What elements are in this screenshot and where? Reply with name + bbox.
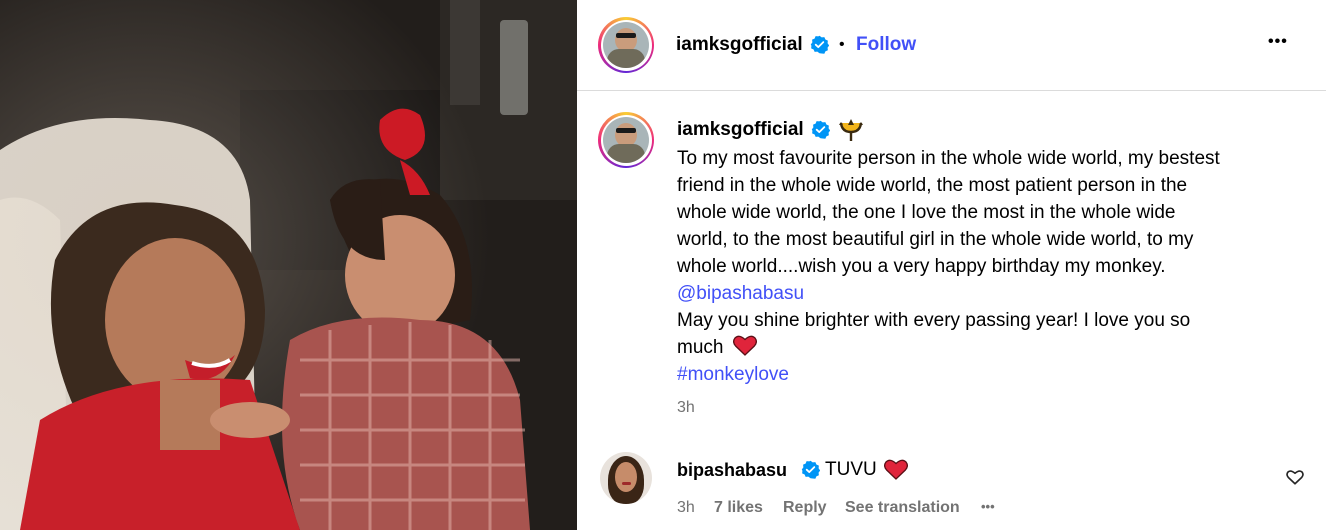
see-translation-button[interactable]: See translation: [845, 499, 960, 517]
caption-text-line: much: [677, 334, 757, 361]
author-avatar[interactable]: [598, 17, 654, 73]
comment-likes-count[interactable]: 7 likes: [714, 499, 763, 517]
verified-badge-icon: [811, 120, 830, 139]
caption-text-line: whole wide world, the one I love the mos…: [677, 202, 1176, 223]
caption-text-line: To my most favourite person in the whole…: [677, 148, 1220, 169]
red-heart-icon: [732, 335, 757, 356]
commenter-avatar[interactable]: [598, 450, 654, 506]
follow-button[interactable]: Follow: [856, 34, 916, 56]
author-username[interactable]: iamksgofficial: [676, 34, 803, 56]
caption-text-fragment: much: [677, 337, 724, 358]
comment-more-options-icon[interactable]: •••: [981, 499, 995, 514]
post-header: iamksgofficial • Follow •••: [577, 0, 1326, 91]
comment-text: TUVU: [825, 459, 877, 480]
more-options-icon[interactable]: •••: [1268, 33, 1288, 51]
post-photo[interactable]: [0, 0, 577, 530]
hashtag-link[interactable]: #monkeylove: [677, 361, 789, 388]
caption-text-line: world, to the most beautiful girl in the…: [677, 229, 1194, 250]
verified-badge-icon: [810, 35, 829, 54]
red-heart-icon: [884, 459, 908, 480]
avatar-image: [603, 22, 649, 68]
avatar-image: [600, 452, 652, 504]
commenter-username[interactable]: bipashabasu: [677, 460, 787, 481]
post-photo-illustration: [0, 0, 577, 530]
reply-button[interactable]: Reply: [783, 499, 827, 517]
like-comment-heart-icon[interactable]: [1286, 469, 1304, 485]
caption-text-line: friend in the whole wide world, the most…: [677, 175, 1188, 196]
separator-dot: •: [839, 36, 845, 53]
caption-text-line: May you shine brighter with every passin…: [677, 310, 1191, 331]
caption-username[interactable]: iamksgofficial: [677, 119, 804, 141]
comment-timestamp[interactable]: 3h: [677, 499, 695, 517]
verified-badge-icon: [801, 460, 820, 479]
caption-text-line: whole world....wish you a very happy bir…: [677, 256, 1166, 277]
avatar-image: [603, 117, 649, 163]
post-detail-panel: iamksgofficial • Follow ••• iamksgoffici…: [577, 0, 1326, 530]
mention-link[interactable]: @bipashabasu: [677, 280, 804, 307]
trident-emoji-icon: [839, 119, 863, 141]
caption-timestamp[interactable]: 3h: [677, 399, 695, 417]
caption-author-avatar[interactable]: [598, 112, 654, 168]
